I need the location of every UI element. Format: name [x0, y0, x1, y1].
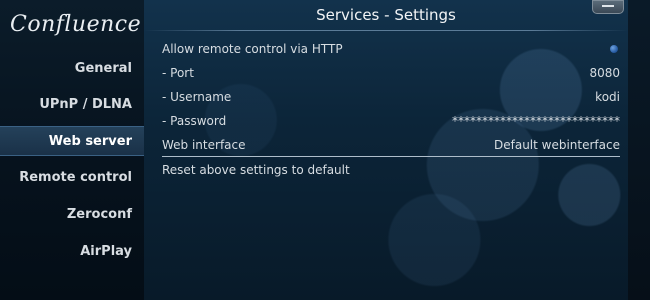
minimize-button[interactable]	[592, 0, 624, 14]
sidebar-item-upnp-dlna[interactable]: UPnP / DLNA	[0, 90, 144, 120]
setting-value: 8080	[589, 66, 620, 80]
sidebar: Confluence General UPnP / DLNA Web serve…	[0, 0, 145, 300]
sidebar-item-zeroconf[interactable]: Zeroconf	[0, 200, 144, 230]
settings-panel: Services - Settings Allow remote control…	[144, 0, 628, 300]
page-title: Services - Settings	[316, 6, 456, 24]
setting-username[interactable]: - Username kodi	[162, 86, 620, 108]
minimize-icon	[602, 5, 614, 7]
setting-allow-remote-control[interactable]: Allow remote control via HTTP	[162, 38, 620, 60]
setting-label: - Port	[162, 66, 194, 80]
right-edge-strip	[628, 0, 650, 300]
sidebar-item-remote-control[interactable]: Remote control	[0, 163, 144, 193]
title-divider	[144, 30, 628, 31]
setting-label: Web interface	[162, 138, 246, 152]
setting-value: ****************************	[452, 114, 620, 128]
setting-label: - Username	[162, 90, 232, 104]
reset-defaults-button[interactable]: Reset above settings to default	[162, 159, 620, 181]
setting-port[interactable]: - Port 8080	[162, 62, 620, 84]
setting-web-interface[interactable]: Web interface Default webinterface	[162, 134, 620, 157]
radio-on-icon[interactable]	[610, 45, 618, 53]
setting-label: - Password	[162, 114, 227, 128]
setting-password[interactable]: - Password ****************************	[162, 110, 620, 132]
sidebar-item-general[interactable]: General	[0, 54, 144, 84]
sidebar-item-web-server[interactable]: Web server	[0, 126, 144, 156]
app-logo: Confluence	[10, 12, 142, 37]
setting-value: Default webinterface	[494, 138, 620, 152]
sidebar-item-airplay[interactable]: AirPlay	[0, 237, 144, 267]
setting-label: Allow remote control via HTTP	[162, 42, 343, 56]
setting-value: kodi	[595, 90, 620, 104]
setting-label: Reset above settings to default	[162, 163, 350, 177]
